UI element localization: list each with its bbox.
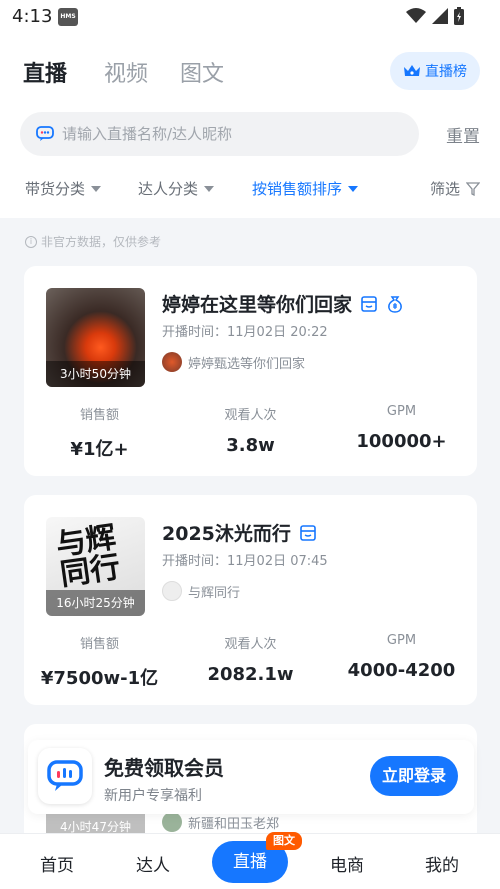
live-ranking-button[interactable]: 直播榜 xyxy=(390,52,480,90)
stat-label: 销售额 xyxy=(79,637,119,652)
live-duration: 3小时50分钟 xyxy=(46,361,145,387)
promo-title: 免费领取会员 xyxy=(104,756,224,780)
stat-value: 2082.1w xyxy=(207,664,294,685)
wifi-icon xyxy=(406,8,426,23)
bottom-nav: 首页 达人 直播 图文 电商 我的 xyxy=(0,832,500,889)
info-icon: i xyxy=(25,235,37,248)
filter-influencer-category[interactable]: 达人分类 xyxy=(138,178,215,199)
stat-gpm: GPM 100000+ xyxy=(326,404,477,461)
stat-label: 观看人次 xyxy=(224,637,277,652)
stat-value: 100000+ xyxy=(356,431,447,452)
stat-label: 销售额 xyxy=(79,408,119,423)
signal-icon xyxy=(432,8,448,24)
live-title: 婷婷在这里等你们回家 xyxy=(162,294,353,316)
nav-ecommerce[interactable]: 电商 xyxy=(330,851,364,876)
stat-sales: 销售额 ¥7500w-1亿 xyxy=(24,633,175,690)
filter-screen[interactable]: 筛选 xyxy=(430,178,480,199)
stat-viewers: 观看人次 3.8w xyxy=(175,404,326,461)
shop-name: 与辉同行 xyxy=(188,585,241,601)
live-start-time: 开播时间：11月02日 07:45 xyxy=(162,554,328,569)
caret-down-icon xyxy=(91,185,102,192)
shop-row[interactable]: 婷婷甄选等你们回家 xyxy=(162,352,305,372)
nav-profile[interactable]: 我的 xyxy=(425,851,459,876)
search-box[interactable] xyxy=(20,112,419,156)
data-notice: i 非官方数据，仅供参考 xyxy=(25,233,161,250)
live-duration: 16小时25分钟 xyxy=(46,590,145,616)
stat-label: 观看人次 xyxy=(224,408,277,423)
live-title-row: 婷婷在这里等你们回家 xyxy=(162,290,404,317)
stat-viewers: 观看人次 2082.1w xyxy=(175,633,326,690)
stat-gpm: GPM 4000-4200 xyxy=(326,633,477,690)
filter-label: 筛选 xyxy=(429,180,460,198)
live-stats: 销售额 ¥7500w-1亿 观看人次 2082.1w GPM 4000-4200 xyxy=(24,633,477,690)
shop-avatar xyxy=(162,352,182,372)
funnel-icon xyxy=(466,181,480,196)
shop-name: 婷婷甄选等你们回家 xyxy=(188,356,306,372)
crown-icon xyxy=(404,65,420,76)
live-start-time: 开播时间：11月02日 20:22 xyxy=(162,325,328,340)
shop-icon xyxy=(361,295,377,312)
shop-icon xyxy=(300,524,316,541)
search-input[interactable] xyxy=(62,125,392,143)
status-time: 4:13 xyxy=(12,6,53,27)
filter-goods-category[interactable]: 带货分类 xyxy=(25,178,102,199)
notice-text: 非官方数据，仅供参考 xyxy=(41,235,162,249)
battery-icon xyxy=(454,7,464,25)
live-thumbnail: 3小时50分钟 xyxy=(46,288,145,387)
live-stats: 销售额 ¥1亿+ 观看人次 3.8w GPM 100000+ xyxy=(24,404,477,461)
live-card[interactable]: 与辉同行 16小时25分钟 2025沐光而行 开播时间：11月02日 07:45… xyxy=(24,495,477,705)
shop-row[interactable]: 新疆和田玉老郑 xyxy=(162,812,279,832)
status-icons xyxy=(406,7,464,25)
stat-value: 3.8w xyxy=(226,435,275,456)
stat-value: ¥7500w-1亿 xyxy=(40,668,159,689)
shop-avatar xyxy=(162,581,182,601)
stat-value: ¥1亿+ xyxy=(70,439,129,460)
hms-icon: HMS xyxy=(58,8,78,26)
live-thumbnail: 与辉同行 16小时25分钟 xyxy=(46,517,145,616)
stat-sales: 销售额 ¥1亿+ xyxy=(24,404,175,461)
money-bag-icon xyxy=(388,295,402,313)
reset-button[interactable]: 重置 xyxy=(446,122,480,147)
member-promo-banner[interactable]: 免费领取会员 新用户专享福利 立即登录 xyxy=(28,740,474,814)
header: 直播 视频 图文 直播榜 重置 带货分类 达人分类 按销售额排序 筛选 xyxy=(0,34,500,218)
filter-row: 带货分类 达人分类 按销售额排序 筛选 xyxy=(0,174,500,206)
nav-home[interactable]: 首页 xyxy=(40,851,74,876)
app-logo xyxy=(38,748,92,804)
login-button[interactable]: 立即登录 xyxy=(370,756,458,796)
caret-down-icon xyxy=(348,185,359,192)
shop-row[interactable]: 与辉同行 xyxy=(162,581,240,601)
filter-label: 按销售额排序 xyxy=(252,180,343,198)
filter-label: 达人分类 xyxy=(138,180,199,198)
tab-video[interactable]: 视频 xyxy=(104,56,148,88)
tab-live[interactable]: 直播 xyxy=(23,56,67,88)
live-title-row: 2025沐光而行 xyxy=(162,519,317,546)
promo-subtitle: 新用户专享福利 xyxy=(104,788,202,804)
status-bar: 4:13 HMS xyxy=(0,0,500,34)
thumbnail-calligraphy: 与辉同行 xyxy=(53,520,123,593)
live-title: 2025沐光而行 xyxy=(162,523,291,545)
tab-post[interactable]: 图文 xyxy=(180,56,224,88)
caret-down-icon xyxy=(204,185,215,192)
live-card[interactable]: 3小时50分钟 婷婷在这里等你们回家 开播时间：11月02日 20:22 婷婷甄… xyxy=(24,266,477,476)
shop-name: 新疆和田玉老郑 xyxy=(188,816,280,832)
stat-value: 4000-4200 xyxy=(347,660,456,681)
shop-avatar xyxy=(162,812,182,832)
live-ranking-label: 直播榜 xyxy=(425,64,467,80)
filter-label: 带货分类 xyxy=(25,180,86,198)
filter-sort-by-sales[interactable]: 按销售额排序 xyxy=(252,178,359,199)
chat-bubble-icon xyxy=(36,126,54,141)
stat-label: GPM xyxy=(386,633,417,648)
stat-label: GPM xyxy=(386,404,417,419)
app-logo-icon xyxy=(47,760,83,791)
nav-influencers[interactable]: 达人 xyxy=(136,851,170,876)
nav-live-badge: 图文 xyxy=(266,832,302,850)
